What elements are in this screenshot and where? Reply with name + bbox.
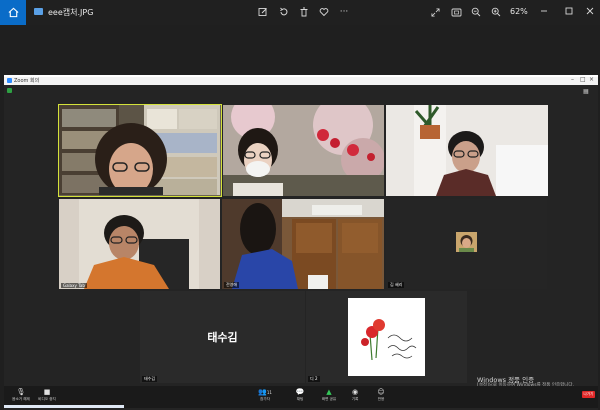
rotate-button[interactable] bbox=[277, 5, 291, 19]
participant-tile[interactable]: 김 혜리 bbox=[386, 199, 547, 289]
zoom-in-icon bbox=[491, 7, 501, 17]
participant-name: 디 2 bbox=[308, 376, 320, 382]
edit-icon bbox=[258, 8, 267, 16]
minimize-button[interactable] bbox=[536, 3, 552, 19]
participant-count: 11 bbox=[266, 390, 272, 395]
zoom-title-bar: Zoom 회의 – □ × bbox=[4, 76, 598, 85]
participant-video bbox=[386, 105, 548, 196]
carnation-card-image bbox=[348, 298, 425, 376]
participant-name: Galaxy Tab bbox=[61, 283, 87, 288]
profile-picture bbox=[348, 298, 425, 376]
heart-icon bbox=[319, 8, 329, 17]
zoom-out-button[interactable] bbox=[469, 5, 483, 19]
more-button[interactable]: ··· bbox=[337, 5, 351, 19]
home-icon bbox=[8, 7, 18, 18]
leave-meeting-button[interactable]: 나가기 bbox=[582, 391, 595, 398]
participant-tile[interactable]: 태수김 태수김 bbox=[140, 291, 305, 383]
delete-button[interactable] bbox=[297, 5, 311, 19]
participant-tile[interactable]: 디 2 bbox=[306, 291, 467, 383]
participant-video bbox=[59, 199, 220, 289]
edit-button[interactable] bbox=[256, 5, 270, 19]
participant-tile[interactable]: 전영애 bbox=[222, 199, 384, 289]
maximize-icon bbox=[565, 7, 573, 15]
zoom-minimize-button[interactable]: – bbox=[571, 76, 574, 83]
zoom-window-title: Zoom 회의 bbox=[14, 78, 40, 84]
delete-icon bbox=[300, 7, 308, 17]
participant-name: 태수김 bbox=[142, 376, 158, 382]
participant-video bbox=[59, 105, 220, 195]
participant-video bbox=[222, 199, 384, 289]
participant-tile[interactable] bbox=[386, 105, 548, 196]
maximize-button[interactable] bbox=[561, 3, 577, 19]
fullscreen-icon bbox=[430, 7, 440, 17]
participant-display-name: 태수김 bbox=[207, 331, 238, 344]
chat-icon: 💬 bbox=[295, 388, 305, 396]
close-icon bbox=[586, 7, 594, 15]
zoom-level: 62% bbox=[510, 7, 528, 16]
rotate-icon bbox=[280, 7, 288, 16]
participant-name: 김 혜리 bbox=[388, 282, 405, 288]
avatar-photo bbox=[456, 232, 477, 252]
zoom-logo-icon bbox=[7, 78, 12, 83]
chat-button[interactable]: 💬 채팅 bbox=[285, 387, 315, 402]
participant-tile[interactable] bbox=[223, 105, 384, 196]
video-icon: ■ bbox=[43, 388, 51, 396]
zoom-out-icon bbox=[471, 7, 481, 17]
zoom-in-button[interactable] bbox=[489, 5, 503, 19]
minimize-icon bbox=[541, 10, 547, 12]
favorite-button[interactable] bbox=[317, 5, 331, 19]
file-name: eee캡처.JPG bbox=[48, 8, 94, 17]
gallery-view-icon[interactable]: ▦ bbox=[583, 88, 589, 95]
encryption-shield-icon bbox=[7, 88, 12, 93]
close-button[interactable] bbox=[582, 3, 598, 19]
home-button[interactable] bbox=[0, 0, 26, 25]
image-file-icon bbox=[34, 8, 43, 15]
participant-tile[interactable] bbox=[58, 104, 222, 197]
fit-button[interactable] bbox=[449, 5, 463, 19]
avatar bbox=[456, 232, 477, 252]
participants-button[interactable]: 👥11 참가자 bbox=[250, 387, 280, 402]
more-icon: ··· bbox=[339, 7, 349, 17]
reactions-icon: ☺ bbox=[377, 388, 385, 396]
zoom-maximize-button[interactable]: □ bbox=[580, 76, 586, 83]
stop-video-button[interactable]: ■ 비디오 중지 bbox=[32, 387, 62, 402]
participants-icon: 👥11 bbox=[258, 388, 272, 396]
participant-name: 전영애 bbox=[224, 282, 240, 288]
participant-tile[interactable]: Galaxy Tab bbox=[59, 199, 220, 289]
participant-video bbox=[223, 105, 384, 196]
fullscreen-button[interactable] bbox=[428, 5, 442, 19]
reactions-button[interactable]: ☺ 반응 bbox=[366, 387, 396, 402]
fit-icon bbox=[451, 8, 461, 16]
zoom-close-button[interactable]: × bbox=[589, 76, 594, 83]
